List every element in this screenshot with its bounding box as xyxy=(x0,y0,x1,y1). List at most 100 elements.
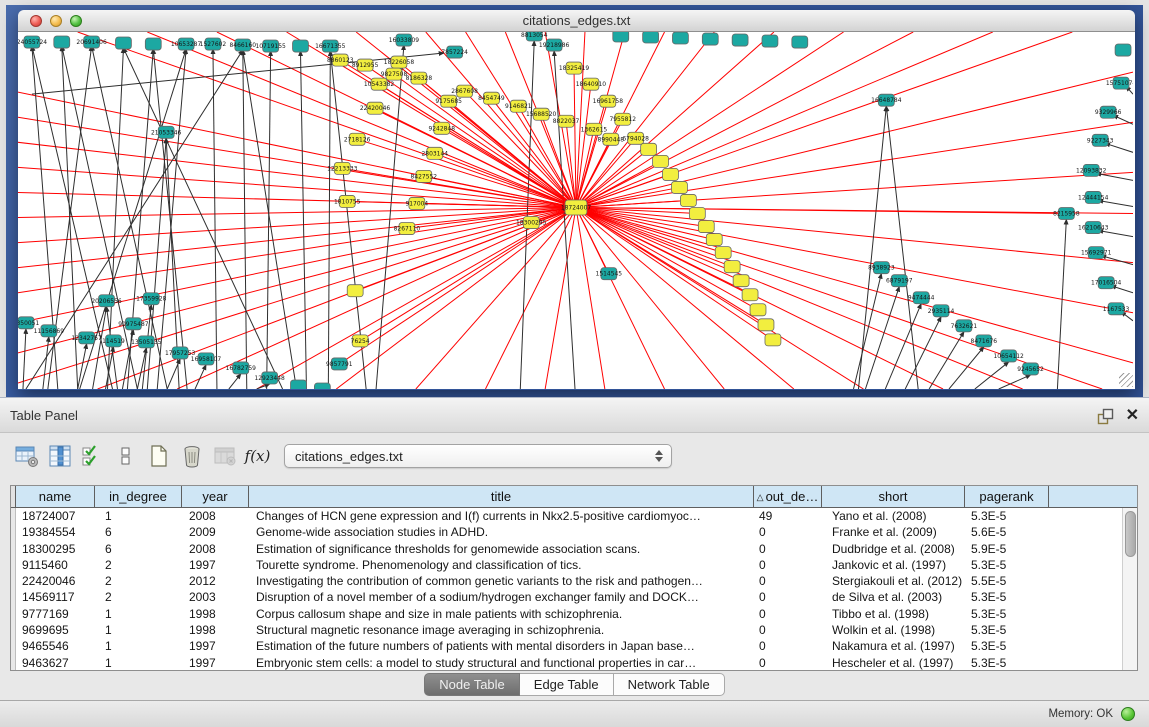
close-panel-icon[interactable]: ✕ xyxy=(1126,408,1139,424)
graph-node[interactable]: 114519 xyxy=(102,335,125,347)
graph-node[interactable]: 16671355 xyxy=(315,40,346,52)
graph-node[interactable] xyxy=(1115,44,1131,56)
graph-node[interactable] xyxy=(314,383,330,389)
graph-node[interactable] xyxy=(641,143,657,155)
table-row[interactable]: 1938455462009Genome-wide association stu… xyxy=(11,524,1137,540)
network-window[interactable]: citations_edges.txt 1830029588 xyxy=(18,10,1135,390)
graph-node[interactable]: 16782759 xyxy=(226,362,257,374)
graph-node[interactable] xyxy=(750,304,766,316)
tab-node-table[interactable]: Node Table xyxy=(424,673,520,696)
graph-node[interactable]: 8822037 xyxy=(553,115,580,127)
graph-node[interactable]: 17359928 xyxy=(136,293,167,305)
graph-node[interactable]: 12923448 xyxy=(254,372,285,384)
graph-node[interactable]: 6879197 xyxy=(886,275,913,287)
graph-node[interactable]: 10719155 xyxy=(255,40,286,52)
vertical-scrollbar[interactable] xyxy=(1122,508,1137,670)
window-titlebar[interactable]: citations_edges.txt xyxy=(18,10,1135,32)
graph-node[interactable]: 1810755 xyxy=(334,195,361,207)
graph-node[interactable] xyxy=(653,155,669,167)
graph-node[interactable]: 8454749 xyxy=(478,92,505,104)
graph-node[interactable]: 20691406 xyxy=(76,36,107,48)
table-row[interactable]: 1456911722003Disruption of a novel membe… xyxy=(11,589,1137,605)
graph-node[interactable] xyxy=(54,36,70,48)
network-svg[interactable]: 1830029588601238912955182260589827508818… xyxy=(18,32,1133,389)
graph-node[interactable] xyxy=(724,261,740,273)
graph-node[interactable] xyxy=(643,32,659,43)
zoom-window-button[interactable] xyxy=(70,15,82,27)
graph-node[interactable]: 24055724 xyxy=(18,36,47,48)
graph-node[interactable]: 10653287 xyxy=(171,38,202,50)
network-canvas[interactable]: 1830029588601238912955182260589827508818… xyxy=(18,32,1135,389)
graph-node[interactable]: 18640910 xyxy=(576,78,607,90)
graph-node[interactable]: 9329966 xyxy=(1095,106,1122,118)
graph-node[interactable] xyxy=(758,319,774,331)
function-builder-button[interactable]: f(x) xyxy=(241,440,274,472)
graph-node[interactable]: 917004 xyxy=(405,197,428,209)
column-header-pagerank[interactable]: pagerank xyxy=(965,486,1049,508)
graph-node[interactable]: 6794028 xyxy=(622,132,649,144)
graph-node[interactable]: 9242848 xyxy=(428,122,455,134)
graph-node[interactable] xyxy=(715,247,731,259)
graph-node[interactable] xyxy=(742,289,758,301)
graph-node[interactable]: 7857224 xyxy=(441,46,468,58)
scrollbar-thumb[interactable] xyxy=(1125,511,1136,557)
graph-node[interactable] xyxy=(293,40,309,52)
delete-table-button-disabled[interactable] xyxy=(208,440,241,472)
graph-node[interactable] xyxy=(733,275,749,287)
graph-node[interactable] xyxy=(765,334,781,346)
graph-node[interactable] xyxy=(115,37,131,49)
column-header-in-degree[interactable]: in_degree xyxy=(95,486,182,508)
row-height-button[interactable] xyxy=(109,440,142,472)
graph-node[interactable] xyxy=(680,194,696,206)
graph-node[interactable]: 21053346 xyxy=(151,126,182,138)
minimize-window-button[interactable] xyxy=(50,15,62,27)
graph-node[interactable] xyxy=(792,36,808,48)
show-columns-button[interactable] xyxy=(43,440,76,472)
graph-node[interactable] xyxy=(698,221,714,233)
graph-node[interactable]: 15751074 xyxy=(1106,77,1133,89)
create-column-button[interactable] xyxy=(142,440,175,472)
window-resize-handle[interactable] xyxy=(1119,373,1133,387)
graph-node[interactable]: 2803144 xyxy=(421,147,448,159)
graph-node[interactable]: 8186328 xyxy=(406,72,433,84)
graph-node[interactable]: 7632621 xyxy=(951,320,978,332)
graph-node[interactable] xyxy=(706,234,722,246)
close-window-button[interactable] xyxy=(30,15,42,27)
graph-node[interactable]: 1527602 xyxy=(200,38,227,50)
graph-node[interactable]: 18325419 xyxy=(559,62,590,74)
delete-column-button[interactable] xyxy=(175,440,208,472)
graph-node[interactable] xyxy=(145,38,161,50)
graph-node[interactable]: 8990448 xyxy=(598,133,625,145)
graph-node[interactable]: 9857791 xyxy=(326,358,353,370)
graph-node[interactable]: 76254 xyxy=(351,335,370,347)
graph-node[interactable] xyxy=(762,35,778,47)
graph-node[interactable]: 19218986 xyxy=(539,39,570,51)
column-header-out-de-[interactable]: △out_de… xyxy=(754,486,822,508)
graph-node[interactable]: 16961758 xyxy=(593,95,624,107)
table-row[interactable]: 977716911998Corpus callosum shape and si… xyxy=(11,606,1137,622)
column-header-name[interactable]: name xyxy=(16,486,95,508)
graph-node[interactable] xyxy=(291,380,307,389)
graph-node[interactable]: 1167533 xyxy=(1103,303,1130,315)
graph-node[interactable]: 7955812 xyxy=(609,113,636,125)
column-header-year[interactable]: year xyxy=(182,486,249,508)
graph-node[interactable]: 8813054 xyxy=(521,32,548,41)
graph-node[interactable]: 9474444 xyxy=(908,292,935,304)
table-row[interactable]: 1872400712008Changes of HCN gene express… xyxy=(11,508,1137,524)
table-row[interactable]: 946362711997Embryonic stem cells: a mode… xyxy=(11,655,1137,671)
graph-node[interactable] xyxy=(689,207,705,219)
tab-edge-table[interactable]: Edge Table xyxy=(520,673,614,696)
graph-node[interactable]: 9245652 xyxy=(1017,363,1044,375)
graph-node[interactable] xyxy=(702,33,718,45)
graph-node[interactable]: 17016504 xyxy=(1091,277,1122,289)
table-row[interactable]: 969969511998Structural magnetic resonanc… xyxy=(11,622,1137,638)
table-row[interactable]: 946554611997Estimation of the future num… xyxy=(11,638,1137,654)
graph-node[interactable] xyxy=(671,181,687,193)
tab-network-table[interactable]: Network Table xyxy=(614,673,725,696)
table-mode-button[interactable] xyxy=(10,440,43,472)
graph-node[interactable]: 8215958 xyxy=(1053,207,1080,219)
graph-node[interactable] xyxy=(663,168,679,180)
graph-node[interactable]: 12213333 xyxy=(327,162,358,174)
graph-node[interactable] xyxy=(347,285,363,297)
column-header-title[interactable]: title xyxy=(249,486,754,508)
